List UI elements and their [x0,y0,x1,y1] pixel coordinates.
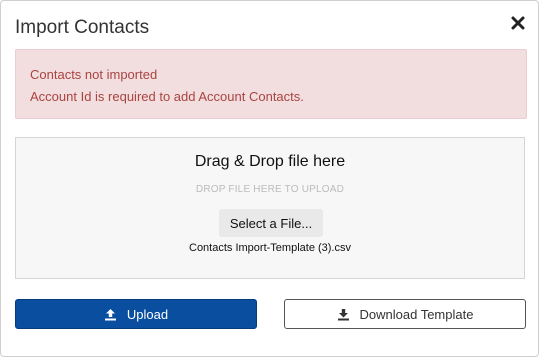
alert-message: Account Id is required to add Account Co… [30,89,304,104]
dropzone-hint: DROP FILE HERE TO UPLOAD [195,184,345,195]
upload-label: Upload [126,306,169,322]
selected-filename: Contacts Import-Template (3).csv [189,242,351,254]
dropzone-title: Drag & Drop file here [194,153,346,170]
import-contacts-dialog: Import Contacts Contacts not imported Ac… [0,0,539,357]
upload-button[interactable]: Upload [15,299,257,329]
file-dropzone[interactable]: Drag & Drop file here DROP FILE HERE TO … [15,137,525,279]
upload-icon [104,308,117,321]
alert-heading: Contacts not imported [30,67,158,82]
download-icon [337,308,350,321]
download-template-button[interactable]: Download Template [284,299,526,329]
dialog-title: Import Contacts [15,17,150,38]
close-icon[interactable] [510,15,526,31]
error-alert: Contacts not imported Account Id is requ… [15,49,527,119]
select-file-button[interactable]: Select a File... [219,209,323,237]
download-label: Download Template [359,306,474,322]
